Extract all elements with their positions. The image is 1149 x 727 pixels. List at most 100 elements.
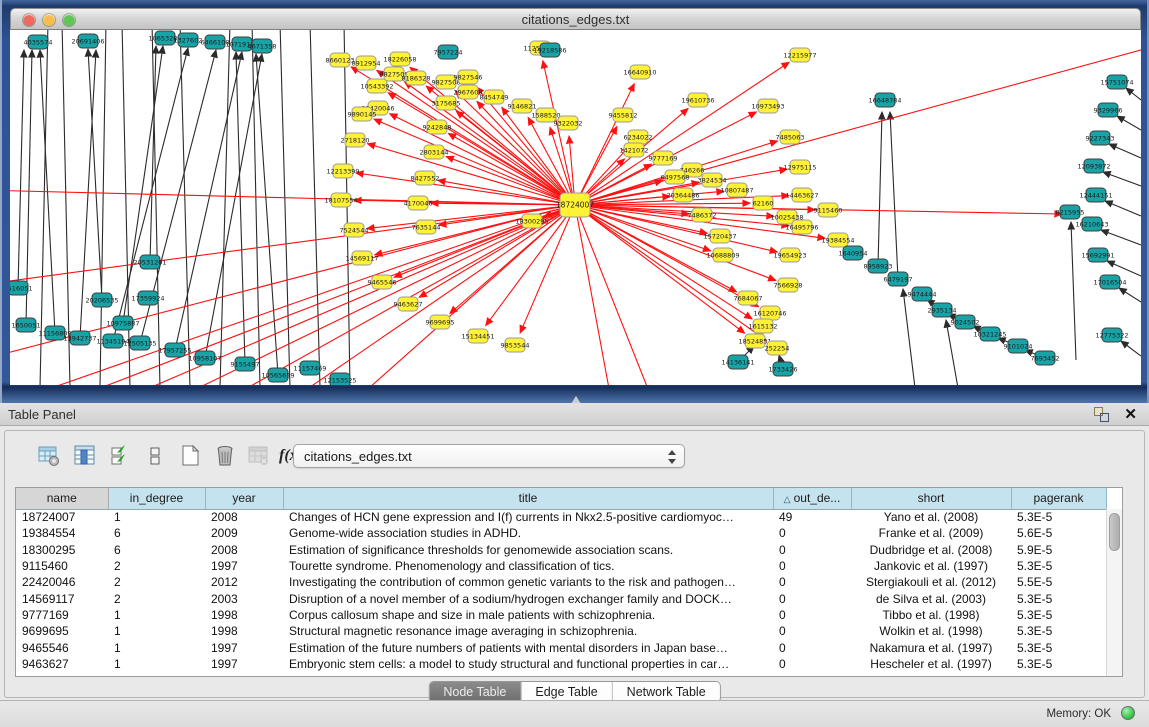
graph-node[interactable]: 1650051 <box>12 318 41 332</box>
network-view-canvas[interactable]: 1872400718300295866012389129541822605898… <box>10 30 1141 385</box>
graph-node[interactable]: 16640910 <box>623 65 656 79</box>
graph-node[interactable]: 10688809 <box>706 248 739 262</box>
table-row[interactable]: 1938455462009Genome-wide association stu… <box>16 525 1106 541</box>
table-row[interactable]: 969969511998Structural magnetic resonanc… <box>16 623 1106 639</box>
graph-node[interactable]: 6466100 <box>201 35 230 49</box>
column-header-pagerank[interactable]: pagerank <box>1011 488 1106 509</box>
graph-node[interactable]: 9463627 <box>394 297 423 311</box>
graph-node[interactable]: 9227343 <box>1086 131 1115 145</box>
graph-node[interactable]: 9155497 <box>231 357 260 371</box>
graph-node[interactable]: 16648784 <box>868 93 901 107</box>
graph-node[interactable]: 19654923 <box>773 248 806 262</box>
show-columns-button[interactable] <box>71 442 99 470</box>
graph-node[interactable]: 9827546 <box>454 70 483 84</box>
graph-node[interactable]: 8660123 <box>326 53 355 67</box>
table-mode-button[interactable] <box>35 442 63 470</box>
graph-node[interactable]: 1733426 <box>769 362 798 376</box>
graph-node[interactable]: 15692991 <box>1081 248 1114 262</box>
delete-column-button[interactable] <box>211 442 239 470</box>
graph-node[interactable]: 7684067 <box>734 291 763 305</box>
graph-node[interactable]: 17016504 <box>1093 275 1126 289</box>
graph-node[interactable]: 14136141 <box>721 355 754 369</box>
column-header-name[interactable]: name <box>16 488 108 509</box>
graph-node[interactable]: 15751074 <box>1100 75 1133 89</box>
graph-node[interactable]: 8215955 <box>1056 205 1085 219</box>
graph-node[interactable]: 11157469 <box>293 361 326 375</box>
graph-node[interactable]: 7635144 <box>412 220 441 234</box>
column-header-short[interactable]: short <box>851 488 1011 509</box>
graph-node[interactable]: 3175685 <box>432 96 461 110</box>
column-header-in-degree[interactable]: in_degree <box>108 488 205 509</box>
graph-node[interactable]: 12093872 <box>1077 159 1110 173</box>
graph-node[interactable]: 9853544 <box>501 338 530 352</box>
table-header-row[interactable]: namein_degreeyeartitle△out_de...shortpag… <box>16 488 1106 509</box>
graph-node[interactable]: 9115460 <box>814 203 843 217</box>
graph-node[interactable]: 2967608 <box>454 85 483 99</box>
column-header-title[interactable]: title <box>283 488 773 509</box>
table-row[interactable]: 2242004622012Investigating the contribut… <box>16 574 1106 590</box>
graph-node[interactable]: 20206535 <box>85 293 118 307</box>
deselect-all-button[interactable] <box>141 442 169 470</box>
graph-node[interactable]: 7957224 <box>434 45 463 59</box>
graph-node[interactable]: 9455812 <box>609 108 638 122</box>
graph-node[interactable]: 7486372 <box>688 208 717 222</box>
graph-node[interactable]: 19610736 <box>681 93 714 107</box>
graph-node[interactable]: 8454749 <box>480 90 509 104</box>
scrollbar-thumb[interactable] <box>1109 513 1120 551</box>
graph-node[interactable]: 16210643 <box>1075 217 1108 231</box>
graph-node[interactable]: 252254 <box>765 341 790 355</box>
graph-node[interactable]: 20531201 <box>133 255 166 269</box>
vertical-scrollbar[interactable] <box>1106 509 1122 676</box>
graph-node[interactable]: 18226058 <box>383 52 416 66</box>
graph-node[interactable]: 9146821 <box>508 99 537 113</box>
graph-node[interactable]: 12215977 <box>783 48 816 62</box>
table-row[interactable]: 911546021997Tourette syndrome. Phenomeno… <box>16 558 1106 574</box>
network-window-titlebar[interactable]: citations_edges.txt <box>10 8 1141 30</box>
graph-node[interactable]: 7524544 <box>340 223 369 237</box>
graph-node[interactable]: 9465546 <box>368 275 397 289</box>
graph-node[interactable]: 4170046 <box>404 196 433 210</box>
graph-node[interactable]: 7566928 <box>774 278 803 292</box>
graph-node[interactable]: 8912954 <box>352 56 381 70</box>
create-column-button[interactable] <box>177 442 205 470</box>
table-row[interactable]: 1830029562008Estimation of significance … <box>16 542 1106 558</box>
graph-node[interactable]: 62160 <box>753 196 774 210</box>
column-header-year[interactable]: year <box>205 488 283 509</box>
graph-node[interactable]: 8427552 <box>411 171 440 185</box>
graph-node[interactable]: 10653287 <box>148 31 181 45</box>
tab-edge-table[interactable]: Edge Table <box>521 682 612 702</box>
tab-network-table[interactable]: Network Table <box>613 682 720 702</box>
float-panel-icon[interactable] <box>1094 407 1109 422</box>
graph-node[interactable]: 11345194 <box>96 334 129 348</box>
table-selector-dropdown[interactable]: citations_edges.txt <box>293 444 685 468</box>
graph-node[interactable]: 12213399 <box>326 164 359 178</box>
graph-node[interactable]: 10958107 <box>188 351 221 365</box>
graph-node[interactable]: 18107554 <box>324 193 357 207</box>
graph-node[interactable]: 8958923 <box>864 259 893 273</box>
graph-node[interactable]: 2718120 <box>341 133 370 147</box>
graph-node[interactable]: 7485063 <box>776 130 805 144</box>
graph-node[interactable]: 19384554 <box>821 233 854 247</box>
graph-node[interactable]: 9329966 <box>1094 103 1123 117</box>
table-row[interactable]: 977716911998Corpus callosum shape and si… <box>16 607 1106 623</box>
graph-node[interactable]: 9474444 <box>908 287 937 301</box>
graph-node[interactable]: 2516051 <box>10 281 32 295</box>
graph-node[interactable]: 1640954 <box>839 246 868 260</box>
graph-node[interactable]: 14463627 <box>785 188 818 202</box>
table-row[interactable]: 946554611997Estimation of the future num… <box>16 639 1106 655</box>
graph-node[interactable]: 2803144 <box>420 145 449 159</box>
graph-node[interactable]: 6479197 <box>884 272 913 286</box>
graph-node[interactable]: 16120746 <box>753 306 786 320</box>
memory-status-indicator[interactable] <box>1121 706 1135 720</box>
graph-node[interactable]: 7693452 <box>1031 351 1060 365</box>
graph-node[interactable]: 20691406 <box>71 34 104 48</box>
table-row[interactable]: 946362711997Embryonic stem cells: a mode… <box>16 656 1106 672</box>
graph-node[interactable]: 9827508 <box>432 75 461 89</box>
graph-node[interactable]: 1421072 <box>620 143 649 157</box>
graph-node[interactable]: 10807487 <box>720 183 753 197</box>
graph-node[interactable]: 1327602 <box>174 33 203 47</box>
table-row[interactable]: 1456911722003Disruption of a novel membe… <box>16 590 1106 606</box>
column-header-out-de-[interactable]: △out_de... <box>773 488 851 509</box>
select-all-button[interactable] <box>107 442 135 470</box>
graph-node[interactable]: 9699695 <box>426 315 455 329</box>
